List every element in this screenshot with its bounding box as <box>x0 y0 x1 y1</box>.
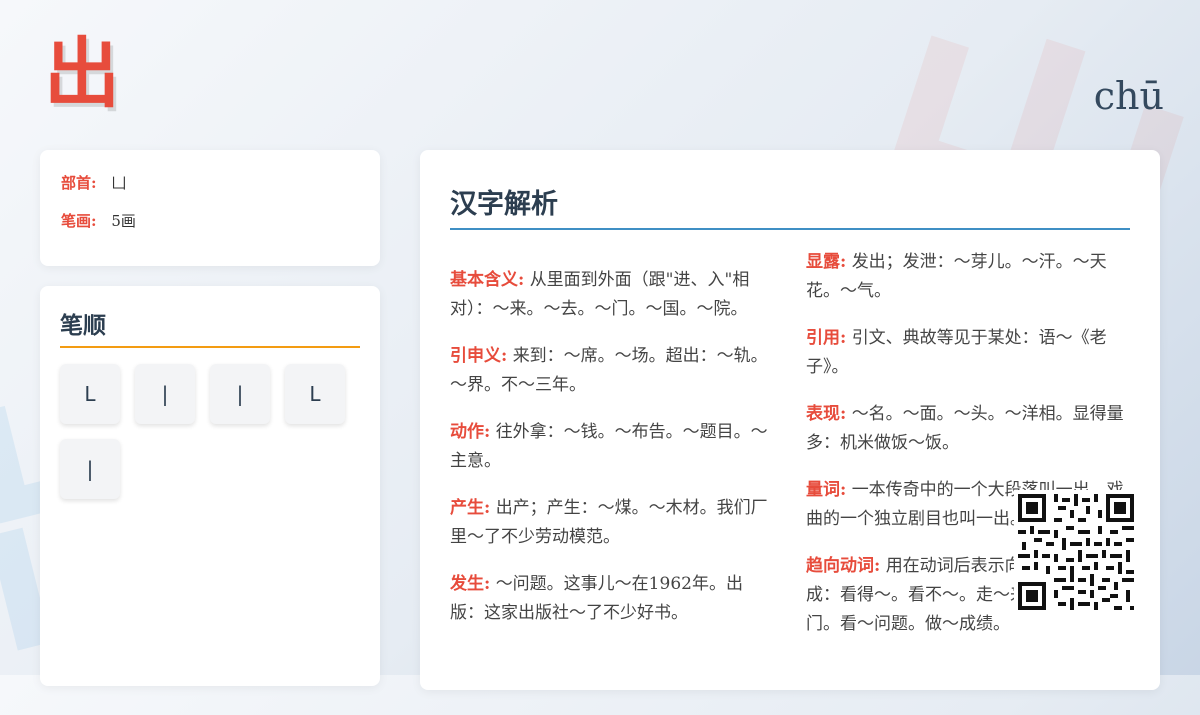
definition-text: ～问题。这事儿～在1962年。出版：这家出版社～了不少好书。 <box>450 574 743 623</box>
qr-code-svg <box>1014 490 1138 614</box>
definition-text: 往外拿：～钱。～布告。～题目。～主意。 <box>450 422 768 471</box>
stroke-order-title: 笔顺 <box>60 306 360 348</box>
definition-entry: 显露: 发出；发泄：～芽儿。～汗。～天花。～气。 <box>806 248 1136 306</box>
qr-code-icon[interactable] <box>1014 490 1138 614</box>
definition-term: 引用: <box>806 328 847 348</box>
definition-text: 出产；产生：～煤。～木材。我们厂里～了不少劳动模范。 <box>450 498 768 547</box>
definition-term: 动作: <box>450 422 491 442</box>
definition-entry: 动作: 往外拿：～钱。～布告。～题目。～主意。 <box>450 418 772 476</box>
radical-value: 凵 <box>111 174 127 192</box>
definition-term: 基本含义: <box>450 270 525 290</box>
definition-text: 发出；发泄：～芽儿。～汗。～天花。～气。 <box>806 252 1107 301</box>
radical-label: 部首: <box>61 174 97 192</box>
definition-entry: 引申义: 来到：～席。～场。超出：～轨。～界。不～三年。 <box>450 342 772 400</box>
info-card: 部首: 凵 笔画: 5画 <box>40 150 380 266</box>
definition-text: 引文、典故等见于某处：语～《老子》。 <box>806 328 1107 377</box>
stroke-count-label: 笔画: <box>61 212 97 230</box>
stroke-order-grid: L | | L | <box>60 364 370 499</box>
definition-entry: 引用: 引文、典故等见于某处：语～《老子》。 <box>806 324 1136 382</box>
stroke-step: | <box>60 439 120 499</box>
definition-text: ～名。～面。～头。～洋相。显得量多：机米做饭～饭。 <box>806 404 1124 453</box>
definition-term: 显露: <box>806 252 847 272</box>
analysis-left-column: 基本含义: 从里面到外面（跟"进、入"相对）：～来。～去。～门。～国。～院。 引… <box>450 266 772 646</box>
definition-term: 发生: <box>450 574 491 594</box>
pinyin: chū <box>1093 74 1164 118</box>
stroke-step: | <box>210 364 270 424</box>
definition-term: 表现: <box>806 404 847 424</box>
radical-row: 部首: 凵 <box>61 172 126 193</box>
analysis-title: 汉字解析 <box>450 182 1130 230</box>
definition-entry: 产生: 出产；产生：～煤。～木材。我们厂里～了不少劳动模范。 <box>450 494 772 552</box>
stroke-step: | <box>135 364 195 424</box>
definition-entry: 发生: ～问题。这事儿～在1962年。出版：这家出版社～了不少好书。 <box>450 570 772 628</box>
stroke-step: L <box>60 364 120 424</box>
stroke-count-value: 5画 <box>111 212 136 230</box>
hero-character: 出 <box>44 29 120 118</box>
stroke-order-card: 笔顺 L | | L | <box>40 286 380 686</box>
stroke-count-row: 笔画: 5画 <box>61 210 136 231</box>
definition-entry: 基本含义: 从里面到外面（跟"进、入"相对）：～来。～去。～门。～国。～院。 <box>450 266 772 324</box>
definition-term: 量词: <box>806 480 847 500</box>
definition-entry: 表现: ～名。～面。～头。～洋相。显得量多：机米做饭～饭。 <box>806 400 1136 458</box>
definition-term: 产生: <box>450 498 491 518</box>
stroke-step: L <box>285 364 345 424</box>
definition-term: 引申义: <box>450 346 508 366</box>
definition-term: 趋向动词: <box>806 556 881 576</box>
